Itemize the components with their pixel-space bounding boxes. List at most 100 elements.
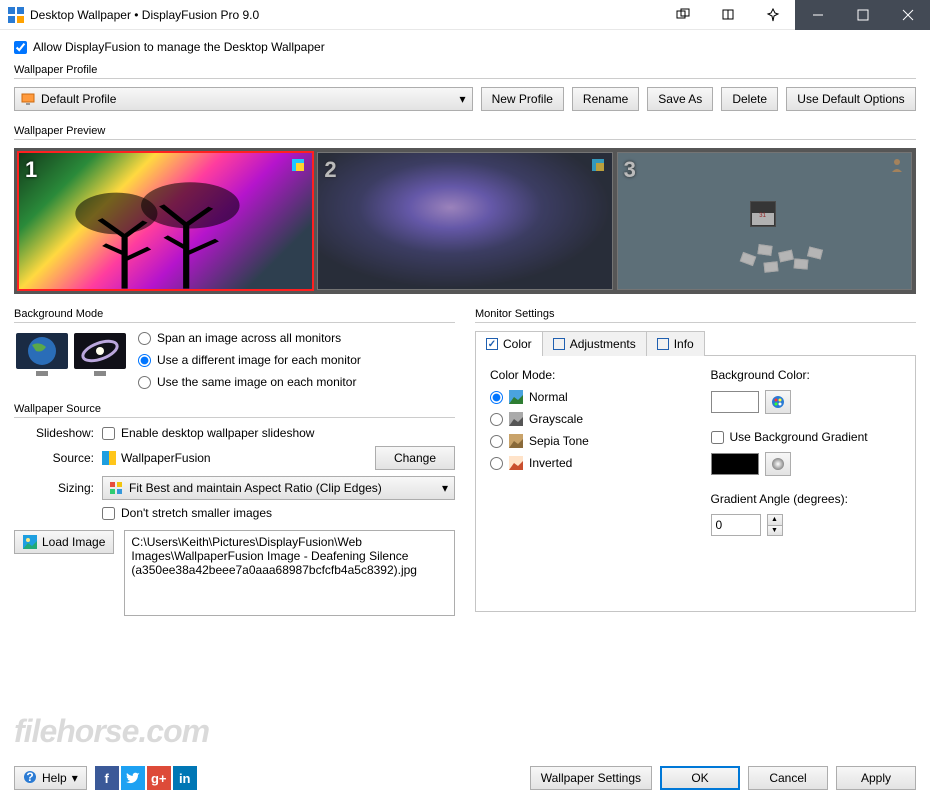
image-path-box[interactable]: C:\Users\Keith\Pictures\DisplayFusion\We… (124, 530, 455, 616)
source-value-label: WallpaperFusion (121, 451, 211, 465)
help-label: Help (42, 771, 67, 785)
colormode-normal-radio[interactable]: Normal (490, 390, 681, 404)
chevron-down-icon: ▾ (460, 92, 466, 106)
app-icon (8, 7, 24, 23)
bgmode-diff-radio[interactable]: Use a different image for each monitor (138, 353, 361, 367)
gradient-angle-spinner[interactable]: ▲▼ (767, 514, 783, 536)
tab-adjustments-label: Adjustments (570, 337, 636, 351)
bgcolor-label: Background Color: (711, 368, 902, 382)
bgmode-span-radio[interactable]: Span an image across all monitors (138, 331, 361, 345)
slideshow-label: Slideshow: (14, 426, 94, 440)
source-value: WallpaperFusion (102, 451, 367, 465)
wallpaperfusion-icon (102, 451, 116, 465)
colormode-sepia-radio[interactable]: Sepia Tone (490, 434, 681, 448)
linkedin-icon[interactable]: in (173, 766, 197, 790)
colormode-grayscale-radio[interactable]: Grayscale (490, 412, 681, 426)
wallpaper-settings-button[interactable]: Wallpaper Settings (530, 766, 652, 790)
wallpaper-preview: 1 2 3 31 (14, 148, 916, 294)
bgmode-group-label: Background Mode (14, 308, 455, 320)
minimize-button[interactable] (795, 0, 840, 30)
multi-icon-2[interactable] (705, 0, 750, 30)
new-profile-button[interactable]: New Profile (481, 87, 564, 111)
monitor-number: 3 (624, 157, 636, 183)
close-button[interactable] (885, 0, 930, 30)
allow-manage-input[interactable] (14, 41, 27, 54)
svg-text:?: ? (26, 770, 33, 784)
tab-info[interactable]: Info (646, 331, 705, 356)
colormode-sepia-label: Sepia Tone (529, 434, 589, 448)
multi-icon-1[interactable] (660, 0, 705, 30)
titlebar: Desktop Wallpaper • DisplayFusion Pro 9.… (0, 0, 930, 30)
monitor-icon (21, 92, 35, 106)
maximize-button[interactable] (840, 0, 885, 30)
profile-select[interactable]: Default Profile ▾ (14, 87, 473, 111)
monitor-preview-2[interactable]: 2 (317, 152, 612, 290)
monitor-number: 2 (324, 157, 336, 183)
googleplus-icon[interactable]: g+ (147, 766, 171, 790)
pin-icon[interactable] (750, 0, 795, 30)
status-icon (590, 157, 606, 173)
twitter-icon[interactable] (121, 766, 145, 790)
color-mode-label: Color Mode: (490, 368, 681, 382)
ok-button[interactable]: OK (660, 766, 740, 790)
bgcolor-picker-button[interactable] (765, 390, 791, 414)
sizing-label: Sizing: (14, 481, 94, 495)
facebook-icon[interactable]: f (95, 766, 119, 790)
rename-button[interactable]: Rename (572, 87, 639, 111)
bgcolor-swatch[interactable] (711, 391, 759, 413)
use-gradient-checkbox[interactable]: Use Background Gradient (711, 430, 902, 444)
source-group-label: Wallpaper Source (14, 403, 455, 415)
monitor-preview-1[interactable]: 1 (18, 152, 313, 290)
monitor-number: 1 (25, 157, 37, 183)
help-button[interactable]: ? Help ▾ (14, 766, 87, 790)
chevron-down-icon: ▾ (442, 481, 448, 495)
profile-selected: Default Profile (41, 92, 116, 106)
thumb-galaxy-icon (72, 331, 128, 379)
mode-grayscale-icon (509, 412, 523, 426)
sizing-value: Fit Best and maintain Aspect Ratio (Clip… (129, 481, 382, 495)
enable-slideshow-checkbox[interactable]: Enable desktop wallpaper slideshow (102, 426, 455, 440)
preview-group-label: Wallpaper Preview (14, 125, 916, 137)
change-source-button[interactable]: Change (375, 446, 455, 470)
dont-stretch-checkbox[interactable]: Don't stretch smaller images (102, 506, 455, 520)
tab-color-label: Color (503, 337, 532, 351)
use-gradient-label: Use Background Gradient (730, 430, 868, 444)
save-as-button[interactable]: Save As (647, 87, 713, 111)
bgmode-same-radio[interactable]: Use the same image on each monitor (138, 375, 361, 389)
spinner-down-icon[interactable]: ▼ (768, 526, 782, 536)
allow-manage-checkbox[interactable]: Allow DisplayFusion to manage the Deskto… (14, 40, 916, 54)
sizing-select[interactable]: Fit Best and maintain Aspect Ratio (Clip… (102, 476, 455, 500)
watermark: filehorse.com (14, 713, 209, 750)
tab-pane-color: Color Mode: Normal Grayscale Sepia Tone … (475, 356, 916, 612)
check-icon (553, 338, 565, 350)
colormode-inverted-label: Inverted (529, 456, 572, 470)
bgmode-same-label: Use the same image on each monitor (157, 375, 356, 389)
sizing-icon (109, 481, 123, 495)
colormode-grayscale-label: Grayscale (529, 412, 583, 426)
gradient-color-swatch[interactable] (711, 453, 759, 475)
load-image-button[interactable]: Load Image (14, 530, 114, 554)
tab-adjustments[interactable]: Adjustments (542, 331, 647, 356)
gradient-angle-input[interactable] (711, 514, 761, 536)
tabs: Color Adjustments Info (475, 331, 916, 356)
monitor-preview-3[interactable]: 3 31 (617, 152, 912, 290)
tab-color[interactable]: Color (475, 331, 543, 356)
apply-button[interactable]: Apply (836, 766, 916, 790)
image-icon (23, 535, 37, 549)
person-icon (889, 157, 905, 173)
enable-slideshow-label: Enable desktop wallpaper slideshow (121, 426, 314, 440)
use-default-options-button[interactable]: Use Default Options (786, 87, 916, 111)
monitor-settings-group-label: Monitor Settings (475, 308, 916, 320)
colormode-inverted-radio[interactable]: Inverted (490, 456, 681, 470)
gradient-picker-button[interactable] (765, 452, 791, 476)
chevron-down-icon: ▾ (72, 771, 78, 785)
spinner-up-icon[interactable]: ▲ (768, 515, 782, 526)
status-icon (290, 157, 306, 173)
cancel-button[interactable]: Cancel (748, 766, 828, 790)
social-links: f g+ in (95, 766, 197, 790)
check-icon (486, 338, 498, 350)
mode-sepia-icon (509, 434, 523, 448)
colormode-normal-label: Normal (529, 390, 568, 404)
mode-normal-icon (509, 390, 523, 404)
delete-button[interactable]: Delete (721, 87, 778, 111)
